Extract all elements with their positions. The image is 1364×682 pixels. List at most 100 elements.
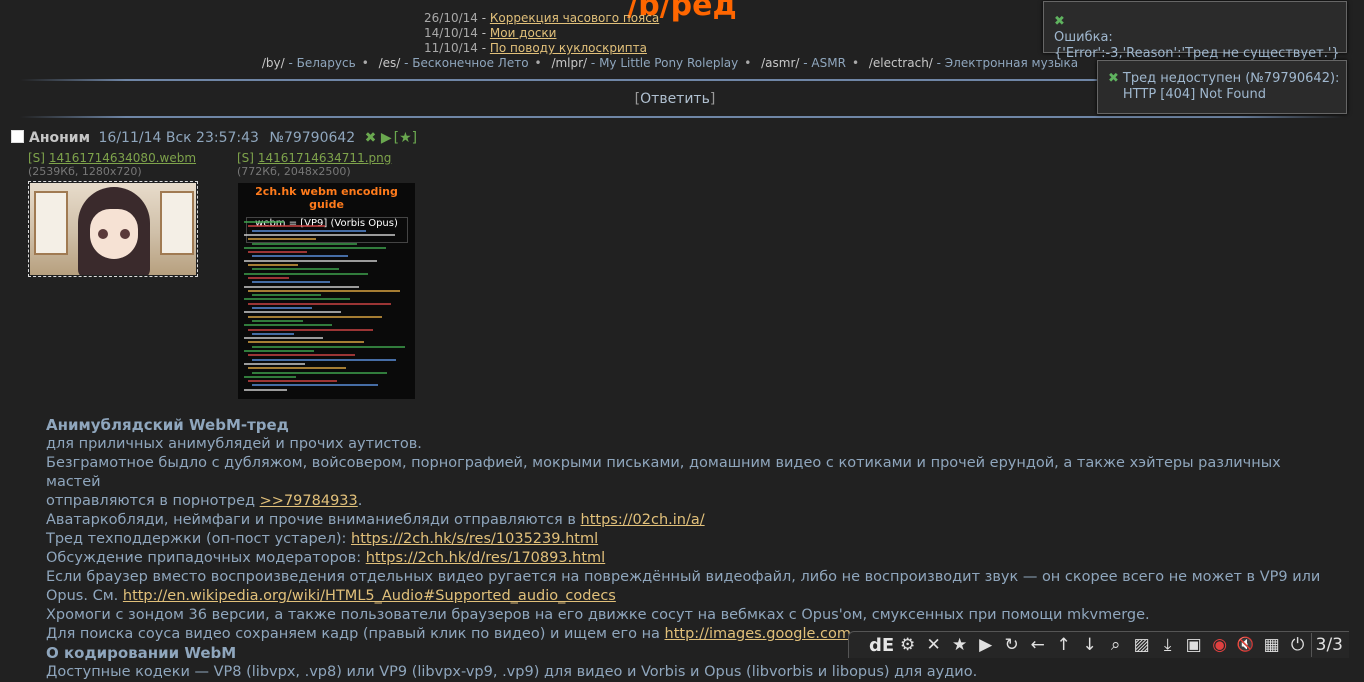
notice-title: Тред недоступен (№79790642): xyxy=(1122,71,1340,86)
thread-unavailable-notification[interactable]: ✖ Тред недоступен (№79790642): HTTP [404] … xyxy=(1097,60,1347,114)
code-line xyxy=(248,367,346,370)
post-number[interactable]: №79790642 xyxy=(269,130,355,146)
play-icon[interactable]: ▶ xyxy=(973,633,999,657)
code-line xyxy=(252,345,405,348)
board-link-electrach[interactable]: /electrach/ xyxy=(869,56,933,70)
arrow-down-icon[interactable]: ↓ xyxy=(1077,633,1103,657)
news-link[interactable]: Коррекция часового пояса xyxy=(490,11,659,25)
close-icon[interactable]: ✖ xyxy=(1108,71,1119,86)
grid-icon[interactable]: ▦ xyxy=(1259,633,1285,657)
code-line xyxy=(248,264,298,266)
post-line: Opus. См. http://en.wikipedia.org/wiki/H… xyxy=(46,588,616,604)
news-link[interactable]: По поводу куклоскрипта xyxy=(490,41,647,55)
code-line xyxy=(244,388,287,391)
code-line xyxy=(244,298,350,301)
notice-text: HTTP [404] Not Found xyxy=(1122,87,1267,102)
code-line xyxy=(248,251,307,254)
code-line xyxy=(244,337,323,340)
code-line xyxy=(252,242,357,245)
search-file-link[interactable]: [S] xyxy=(237,151,254,165)
board-link-mlpr[interactable]: /mlpr/ xyxy=(551,56,587,70)
code-line xyxy=(244,350,314,352)
external-link[interactable]: https://2ch.hk/d/res/170893.html xyxy=(366,550,606,566)
mute-icon[interactable]: 🔇 xyxy=(1233,633,1259,657)
code-line xyxy=(248,315,382,318)
external-link[interactable]: http://images.google.com. xyxy=(665,626,856,642)
external-link[interactable]: https://2ch.hk/s/res/1035239.html xyxy=(351,531,598,547)
search-file-link[interactable]: [S] xyxy=(28,151,45,165)
eye-icon[interactable]: ◉ xyxy=(1207,633,1233,657)
post-heading: Анимублядский WebM-тред xyxy=(46,416,289,434)
error-notification[interactable]: ✖Ошибка: {'Error':-3,'Reason':'Тред не су… xyxy=(1043,1,1347,61)
arrow-left-icon[interactable]: ← xyxy=(1025,633,1051,657)
arrow-up-icon[interactable]: ↑ xyxy=(1051,633,1077,657)
refresh-icon[interactable]: ↻ xyxy=(999,633,1025,657)
save-icon[interactable]: ▣ xyxy=(1181,633,1207,657)
download-icon[interactable]: ⤓ xyxy=(1155,633,1181,657)
reply-button[interactable]: Ответить xyxy=(640,91,710,107)
code-line xyxy=(244,311,341,314)
hatch-icon[interactable]: ▨ xyxy=(1129,633,1155,657)
close-icon[interactable]: ✕ xyxy=(921,633,947,657)
code-line xyxy=(248,225,325,228)
zoom-icon[interactable]: ⌕ xyxy=(1103,633,1129,657)
news-item: 11/10/14 - По поводу куклоскрипта xyxy=(424,41,647,55)
post-line: отправляются в порнотред >>79784933. xyxy=(46,493,363,509)
post-line: Доступные кодеки — VP8 (libvpx, .vp8) ил… xyxy=(46,664,978,680)
news-date: 14/10/14 xyxy=(424,26,478,40)
post-line: Безграмотное быдло с дубляжом, войсоверо… xyxy=(46,455,1281,490)
code-line xyxy=(248,341,364,344)
favorite-icon[interactable]: [★] xyxy=(394,130,417,146)
logo-icon[interactable]: dE xyxy=(869,633,895,657)
code-line xyxy=(244,375,296,378)
dollchan-toolbar: dE ⚙ ✕ ★ ▶ ↻ ← ↑ ↓ ⌕ ▨ ⤓ ▣ ◉ 🔇 ▦ ⏻ 3/3 xyxy=(848,631,1349,658)
post-line: Тред техподдержки (оп-пост устарел): htt… xyxy=(46,531,599,547)
code-line xyxy=(248,328,373,331)
external-link[interactable]: http://en.wikipedia.org/wiki/HTML5_Audio… xyxy=(123,588,616,604)
news-link[interactable]: Мои доски xyxy=(490,26,557,40)
file-name-link[interactable]: 14161714634711.png xyxy=(258,151,392,165)
external-link[interactable]: https://02ch.in/a/ xyxy=(581,512,705,528)
video-thumbnail[interactable] xyxy=(28,181,198,277)
board-link-by[interactable]: /by/ xyxy=(262,56,285,70)
code-line xyxy=(244,246,386,249)
page-counter: 3/3 xyxy=(1310,633,1349,657)
post-time: 16/11/14 Вск 23:57:43 xyxy=(98,130,259,146)
post-author: Аноним xyxy=(29,130,91,146)
code-line xyxy=(252,268,339,271)
file-name-link[interactable]: 14161714634080.webm xyxy=(49,151,196,165)
code-line xyxy=(244,285,359,288)
divider xyxy=(20,116,1344,118)
news-list: 26/10/14 - Коррекция часового пояса 14/1… xyxy=(424,11,659,56)
code-line xyxy=(248,354,355,357)
news-date: 11/10/14 xyxy=(424,41,478,55)
code-line xyxy=(252,307,312,309)
code-line xyxy=(252,384,378,387)
code-line xyxy=(252,358,396,361)
reply-link[interactable]: >>79784933 xyxy=(260,493,358,509)
settings-icon[interactable]: ⚙ xyxy=(895,633,921,657)
favorites-icon[interactable]: ★ xyxy=(947,633,973,657)
code-line xyxy=(252,255,348,258)
close-icon[interactable]: ✖ xyxy=(1054,14,1065,29)
file-info: [S] 14161714634711.png (772Кб, 2048x2500… xyxy=(237,151,391,178)
code-line xyxy=(244,221,284,223)
code-line xyxy=(252,371,387,374)
anime-girl-image xyxy=(30,183,196,275)
code-line xyxy=(252,319,303,322)
code-line xyxy=(252,294,321,297)
code-line xyxy=(248,276,289,279)
file-meta: (772Кб, 2048x2500) xyxy=(237,165,351,178)
image-thumbnail[interactable]: 2ch.hk webm encoding guide webm = [VP9] … xyxy=(238,183,415,399)
post-select-checkbox[interactable] xyxy=(11,130,24,143)
code-line xyxy=(252,332,294,335)
board-link-es[interactable]: /es/ xyxy=(379,56,401,70)
code-line xyxy=(252,229,366,232)
code-line xyxy=(248,289,400,292)
board-link-asmr[interactable]: /asmr/ xyxy=(761,56,799,70)
post-action-icons[interactable]: ✖ ▶ xyxy=(365,130,392,146)
code-line xyxy=(248,238,316,241)
post-line: Аватаркобляди, неймфаги и прочие внимани… xyxy=(46,512,705,528)
news-item: 14/10/14 - Мои доски xyxy=(424,26,557,40)
power-icon[interactable]: ⏻ xyxy=(1285,633,1311,657)
